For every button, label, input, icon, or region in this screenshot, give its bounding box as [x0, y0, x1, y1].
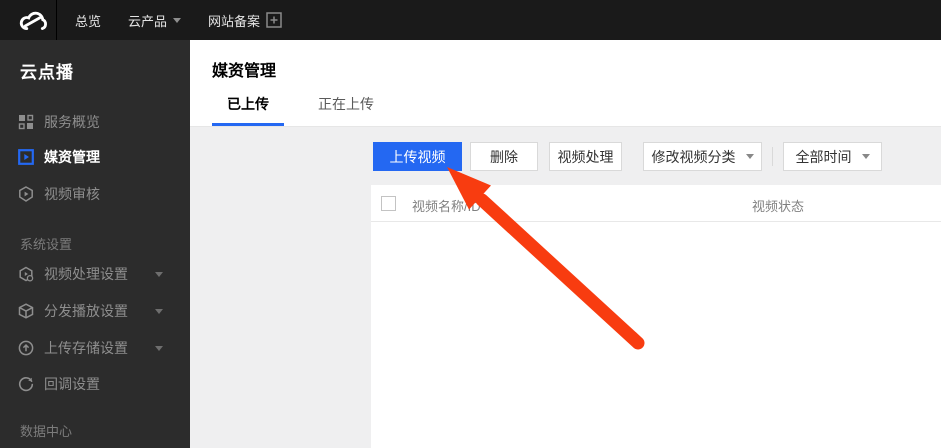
sidebar-item-label: 分发播放设置: [44, 303, 128, 319]
video-process-button[interactable]: 视频处理: [549, 142, 622, 171]
grid-icon: [18, 114, 34, 130]
sidebar-item-service-overview[interactable]: 服务概览: [0, 109, 190, 135]
media-play-icon: [18, 149, 34, 165]
sidebar-section-system-settings: 系统设置: [20, 237, 73, 252]
sidebar: 云点播 服务概览 媒资管理 视频审核 系统设置 视频处理设置 分发播放设置 上传…: [0, 40, 190, 448]
tab-uploaded[interactable]: 已上传: [212, 94, 284, 126]
toolbar-divider: [772, 147, 773, 166]
add-shortcut-icon[interactable]: [266, 12, 282, 28]
topbar: 总览 云产品 网站备案: [0, 0, 941, 40]
nav-icp-filing-label: 网站备案: [208, 13, 261, 29]
chevron-down-icon: [861, 154, 870, 159]
time-filter-select[interactable]: 全部时间: [783, 142, 882, 171]
select-all-checkbox[interactable]: [381, 196, 396, 211]
sidebar-section-data-center: 数据中心: [20, 424, 73, 439]
chevron-down-icon: [745, 154, 754, 159]
sidebar-item-media-management[interactable]: 媒资管理: [0, 144, 190, 170]
sidebar-item-label: 服务概览: [44, 114, 100, 130]
column-header-video-status[interactable]: 视频状态: [752, 196, 804, 215]
process-settings-icon: [18, 266, 34, 282]
table-header: 视频名称/ID 视频状态: [371, 185, 941, 222]
upload-arrow-icon: [18, 340, 34, 356]
tencent-cloud-logo[interactable]: [15, 7, 51, 34]
cloud-icon: [17, 8, 49, 34]
table-body-empty: [371, 222, 941, 447]
tab-uploading[interactable]: 正在上传: [318, 94, 374, 126]
sidebar-item-label: 上传存储设置: [44, 340, 128, 356]
sidebar-item-label: 视频处理设置: [44, 266, 128, 282]
media-table: 视频名称/ID 视频状态: [371, 185, 941, 448]
page-title: 媒资管理: [212, 63, 277, 80]
sidebar-item-video-processing-settings[interactable]: 视频处理设置: [0, 261, 190, 287]
content-header: 媒资管理 已上传 正在上传: [190, 40, 941, 127]
chevron-down-icon: [173, 17, 182, 23]
callback-sync-icon: [18, 376, 34, 392]
review-play-icon: [18, 186, 34, 202]
nav-cloud-products[interactable]: 云产品: [128, 0, 182, 40]
sidebar-item-label: 媒资管理: [44, 149, 100, 165]
sidebar-item-label: 视频审核: [44, 186, 100, 202]
time-filter-value: 全部时间: [795, 148, 852, 165]
nav-overview[interactable]: 总览: [75, 0, 101, 40]
topbar-divider: [56, 0, 57, 40]
chevron-down-icon: [155, 345, 163, 351]
chevron-down-icon: [155, 271, 163, 277]
modify-category-dropdown[interactable]: 修改视频分类: [643, 142, 762, 171]
product-title: 云点播: [20, 63, 74, 82]
nav-icp-filing[interactable]: 网站备案: [208, 0, 260, 40]
cube-icon: [18, 303, 34, 319]
sidebar-item-distribution-playback-settings[interactable]: 分发播放设置: [0, 298, 190, 324]
column-header-video-name[interactable]: 视频名称/ID: [412, 196, 481, 215]
nav-overview-label: 总览: [75, 13, 102, 29]
chevron-down-icon: [155, 308, 163, 314]
nav-cloud-products-label: 云产品: [128, 13, 168, 29]
sidebar-item-upload-storage-settings[interactable]: 上传存储设置: [0, 335, 190, 361]
sidebar-item-label: 回调设置: [44, 376, 100, 392]
delete-button[interactable]: 删除: [470, 142, 538, 171]
tab-bar: 已上传 正在上传: [212, 94, 374, 126]
sidebar-item-callback-settings[interactable]: 回调设置: [0, 371, 190, 397]
upload-video-button[interactable]: 上传视频: [373, 142, 462, 171]
modify-category-label: 修改视频分类: [651, 148, 736, 165]
sidebar-item-video-review[interactable]: 视频审核: [0, 181, 190, 207]
